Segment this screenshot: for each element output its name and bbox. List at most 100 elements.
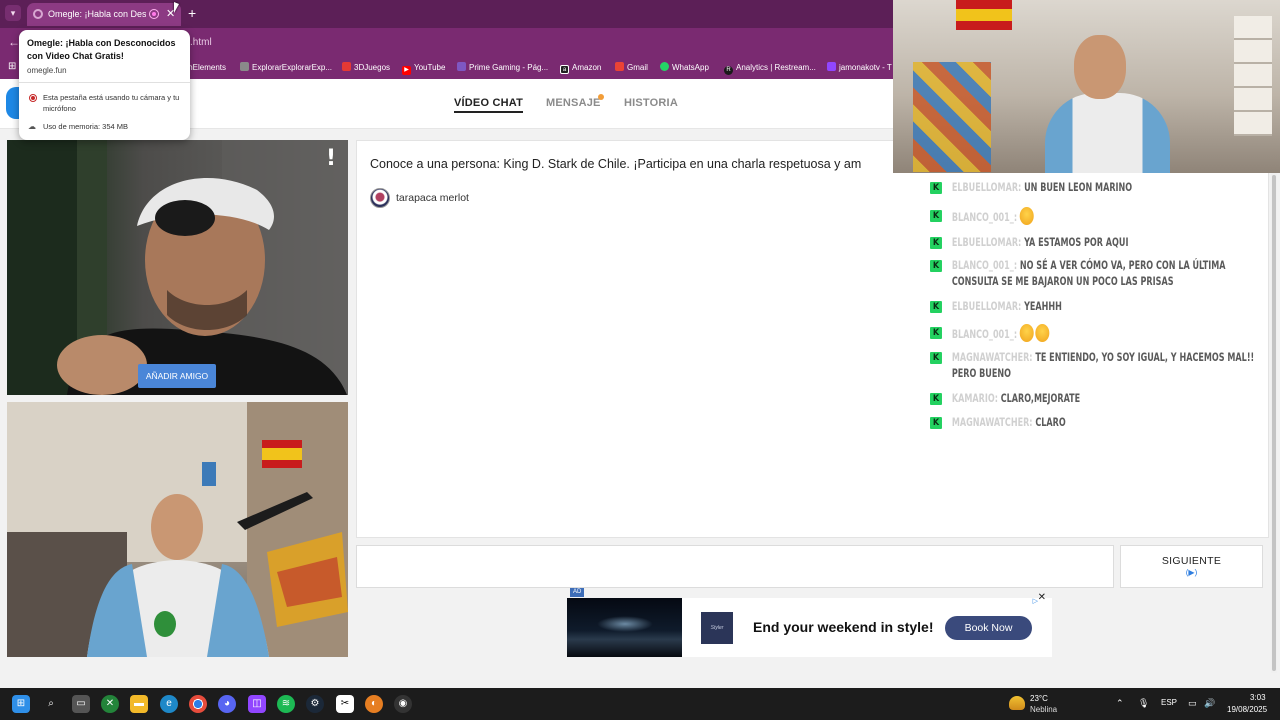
gmail-icon xyxy=(615,62,624,71)
xbox-icon[interactable]: ✕ xyxy=(101,695,119,713)
stranger-name: tarapaca merlot xyxy=(396,192,469,204)
advertisement[interactable]: Styler End your weekend in style! Book N… xyxy=(567,592,1052,657)
kick-icon: K xyxy=(930,327,942,339)
recording-indicator-icon xyxy=(149,9,159,19)
bookmark-icon xyxy=(240,62,249,71)
tab-search-button[interactable]: ▾ xyxy=(5,5,21,21)
next-button-label: SIGUIENTE xyxy=(1161,555,1222,567)
ad-badge: AD xyxy=(570,588,585,597)
clock-date[interactable]: 19/08/2025 xyxy=(1227,705,1267,714)
book-now-button[interactable]: Book Now xyxy=(945,616,1032,640)
camping-chair xyxy=(913,62,991,172)
search-icon[interactable]: ⌕ xyxy=(42,695,60,713)
kick-icon: K xyxy=(930,260,942,272)
emoji-icon xyxy=(1019,207,1034,225)
self-video xyxy=(7,402,348,657)
browser-tab-omegle[interactable]: Omegle: ¡Habla con Desconocidos con Vide… xyxy=(27,3,181,26)
chat-message: K BLANCO_001_: xyxy=(930,207,1195,225)
kick-icon: K xyxy=(930,393,942,405)
display-icon[interactable]: ▭ xyxy=(1188,698,1197,709)
spotify-icon[interactable]: ≋ xyxy=(277,695,295,713)
streamer xyxy=(1040,35,1170,173)
ad-image-light xyxy=(597,616,653,632)
kick-icon: K xyxy=(930,210,942,222)
bookmark-item[interactable]: a Amazon xyxy=(560,61,601,74)
youtube-icon: ▶ xyxy=(402,66,411,75)
screen: ▾ Omegle: ¡Habla con Desconocidos con Vi… xyxy=(0,0,1280,720)
bookmark-item[interactable]: ExplorarExplorarExp... xyxy=(240,61,332,74)
bookmark-item[interactable]: mElements xyxy=(186,61,226,74)
tab-video-chat[interactable]: VÍDEO CHAT xyxy=(454,97,524,113)
amazon-icon: a xyxy=(560,65,569,74)
chat-message: K ELBUELLOMAR: UN BUEN LEON MARINO xyxy=(930,179,1195,195)
kick-icon: K xyxy=(930,237,942,249)
message-input[interactable] xyxy=(356,545,1114,588)
bookmark-item[interactable]: Gmail xyxy=(615,61,648,74)
shelf xyxy=(1234,16,1272,136)
windows-icon[interactable]: ⊞ xyxy=(12,695,30,713)
kick-icon: K xyxy=(930,352,942,364)
edge-icon[interactable]: e xyxy=(160,695,178,713)
chrome-icon[interactable] xyxy=(189,695,207,713)
add-friend-button[interactable]: AÑADIR AMIGO xyxy=(138,364,216,388)
tray-chevron-icon[interactable]: ⌃ xyxy=(1116,698,1124,709)
ad-close-icon[interactable]: ✕ xyxy=(1038,592,1046,603)
twitch-studio-icon[interactable]: ◫ xyxy=(248,695,266,713)
stream-chat-overlay: K ELBUELLOMAR: UN BUEN LEON MARINO K BLANC… xyxy=(930,178,1270,440)
steam-icon[interactable]: ⚙ xyxy=(306,695,324,713)
streamer-body xyxy=(1045,93,1170,173)
kick-icon: K xyxy=(930,182,942,194)
tab-hover-card: Omegle: ¡Habla con Desconocidos con Vide… xyxy=(19,30,190,140)
chat-message: K MAGNAWATCHER: TE ENTIENDO, YO SOY IGUAL… xyxy=(930,349,1265,381)
apps-grid-icon[interactable]: ⊞ xyxy=(8,61,16,72)
chat-message: K BLANCO_001_: NO SÉ A VER CÓMO VA, PERO … xyxy=(930,257,1265,289)
volume-icon[interactable]: 🔊 xyxy=(1204,698,1215,709)
new-tab-button[interactable]: + xyxy=(188,5,196,21)
bookmark-item[interactable]: WhatsApp xyxy=(660,61,709,74)
mouse-cursor xyxy=(174,2,179,13)
restream-icon: R xyxy=(724,66,733,75)
ad-headline: End your weekend in style! xyxy=(753,619,934,635)
obs-icon[interactable]: ◉ xyxy=(394,695,412,713)
stranger-avatar xyxy=(370,188,390,208)
kick-icon: K xyxy=(930,301,942,313)
play-icon: (▶) xyxy=(1185,568,1198,577)
spain-flag xyxy=(956,0,1012,30)
bookmark-item[interactable]: ▶ YouTube xyxy=(402,61,445,75)
chat-message: K KAMARIO: CLARO,MEJORATE xyxy=(930,390,1195,406)
capcut-icon[interactable]: ✂ xyxy=(336,695,354,713)
microphone-icon[interactable]: 🎙 xyxy=(1138,698,1149,709)
bookmark-item[interactable]: jamonakotv - T xyxy=(827,61,892,74)
emoji-icon xyxy=(1035,324,1050,342)
weather-condition: Neblina xyxy=(1030,705,1058,714)
bookmark-item[interactable]: Prime Gaming - Pág... xyxy=(457,61,548,74)
bookmark-icon xyxy=(342,62,351,71)
ad-image xyxy=(567,598,682,657)
weather-icon[interactable] xyxy=(1009,696,1025,710)
streamer-webcam xyxy=(893,0,1280,173)
ad-brand-logo: Styler xyxy=(701,612,733,644)
bookmark-item[interactable]: R Analytics | Restream... xyxy=(724,61,816,75)
camera-recording-icon xyxy=(29,94,37,102)
task-view-icon[interactable]: ▭ xyxy=(72,695,90,713)
file-explorer-icon[interactable]: ▬ xyxy=(130,695,148,713)
tab-message[interactable]: MENSAJE xyxy=(546,97,601,109)
discord-icon[interactable]: ◕ xyxy=(218,695,236,713)
tab-title: Omegle: ¡Habla con Desconocidos con Vide… xyxy=(48,9,146,19)
bookmark-icon xyxy=(827,62,836,71)
site-favicon-icon xyxy=(33,9,43,19)
chat-message: K MAGNAWATCHER: CLARO xyxy=(930,414,1195,430)
stranger-video-frame xyxy=(7,140,348,395)
next-button[interactable]: SIGUIENTE (▶) xyxy=(1120,545,1263,588)
tab-history[interactable]: HISTORIA xyxy=(624,97,678,109)
self-video-frame xyxy=(7,402,348,657)
windows-taskbar: ⊞ ⌕ ▭ ✕ ▬ e ◕ ◫ ≋ ⚙ ✂ ◐ ◉ 23°C Neblina ⌃… xyxy=(0,688,1280,720)
page-scrollbar-thumb[interactable] xyxy=(1272,175,1276,671)
kick-icon: K xyxy=(930,417,942,429)
address-bar[interactable]: .html xyxy=(190,37,212,48)
language-indicator[interactable]: ESP xyxy=(1161,698,1177,707)
bookmark-item[interactable]: 3DJuegos xyxy=(342,61,390,74)
clock-time[interactable]: 3:03 xyxy=(1250,693,1266,702)
report-button[interactable]: ! xyxy=(326,146,336,171)
firefox-icon[interactable]: ◐ xyxy=(365,695,383,713)
